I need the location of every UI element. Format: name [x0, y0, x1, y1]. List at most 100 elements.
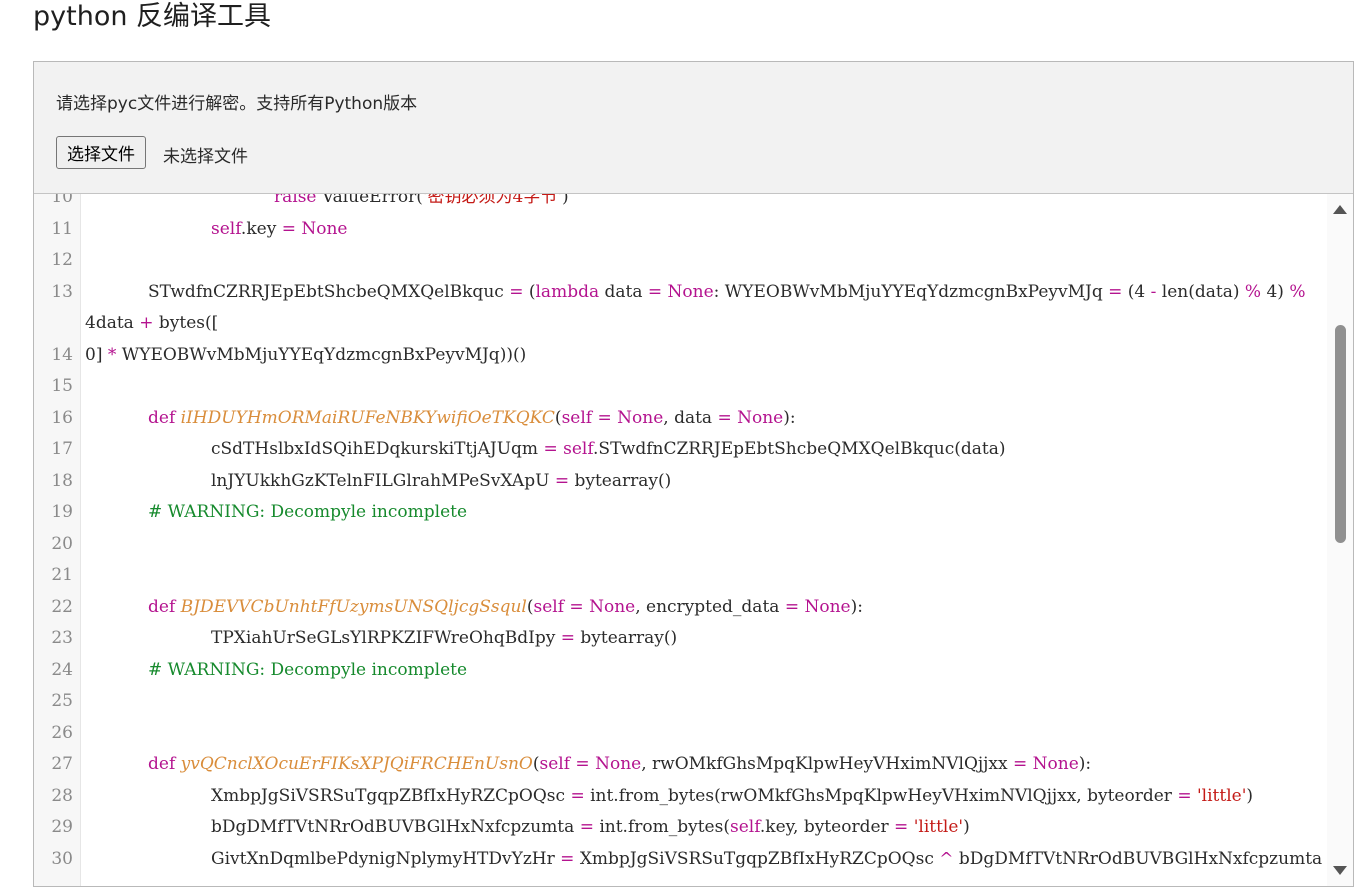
code-token: bDgDMfTVtNRrOdBUVBGlHxNxfcpzumta	[953, 848, 1323, 869]
code-token: None	[804, 596, 851, 617]
code-token: raise	[274, 194, 317, 207]
line-code: bDgDMfTVtNRrOdBUVBGlHxNxfcpzumta = int.f…	[211, 812, 970, 844]
code-token: None	[595, 754, 642, 774]
code-line: 4data + bytes([	[34, 308, 1326, 340]
decompiler-panel: 请选择pyc文件进行解密。支持所有Python版本 选择文件 未选择文件 10 r…	[33, 61, 1354, 887]
line-code: lnJYUkkhGzKTelnFILGlrahMPeSvXApU = bytea…	[211, 466, 671, 498]
line-code: GivtXnDqmlbePdynigNplymyHTDvYzHr = XmbpJ…	[211, 844, 1322, 876]
code-token: data	[599, 281, 648, 302]
code-token: None	[737, 407, 784, 428]
code-lines: 10 raise ValueError('密钥必须为4字节') 11 self.key…	[34, 194, 1326, 875]
line-number: 17	[51, 439, 73, 459]
code-token: self	[729, 817, 760, 837]
line-code: cSdTHslbxIdSQihEDqkurskiTtjAJUqm = self.…	[211, 434, 1005, 466]
code-token: bytearray()	[574, 628, 678, 648]
code-line: 26	[34, 718, 1326, 750]
code-token: self	[561, 407, 593, 428]
line-number: 26	[51, 722, 73, 743]
code-token: %	[1289, 281, 1306, 302]
code-token: 'little'	[1197, 785, 1247, 806]
code-token: =	[560, 628, 575, 648]
code-viewer[interactable]: 10 raise ValueError('密钥必须为4字节') 11 self.key…	[34, 194, 1353, 886]
code-token: )	[1246, 785, 1254, 806]
code-line: 17 cSdTHslbxIdSQihEDqkurskiTtjAJUqm = sel…	[34, 434, 1326, 466]
line-code: XmbpJgSiVSRSuTgqpZBfIxHyRZCpOQsc = int.f…	[211, 781, 1253, 813]
code-token: =	[579, 817, 594, 837]
line-number: 13	[51, 281, 73, 302]
code-token: self	[539, 754, 571, 774]
code-line: 16 def iIHDUYHmORMaiRUFeNBKYwifiOeTKQKC(s…	[34, 403, 1326, 435]
line-code: # WARNING: Decompyle incomplete	[148, 655, 467, 687]
line-number: 16	[51, 407, 73, 428]
code-line: 11 self.key = None	[34, 214, 1326, 246]
code-line: 14 0] * WYEOBWvMbMjuYYEqYdzmcgnBxPeyvMJq)…	[34, 340, 1326, 372]
line-code: TPXiahUrSeGLsYlRPKZIFWreOhqBdIpy = bytea…	[211, 623, 677, 655]
line-code: def iIHDUYHmORMaiRUFeNBKYwifiOeTKQKC(sel…	[148, 403, 796, 435]
code-token: yvQCnclXOcuErFIKsXPJQiFRCHEnUsnO	[180, 754, 533, 774]
code-line: 19 # WARNING: Decompyle incomplete	[34, 497, 1326, 529]
code-token: cSdTHslbxIdSQihEDqkurskiTtjAJUqm	[211, 439, 544, 459]
code-token: =	[560, 848, 575, 869]
code-token: (	[532, 754, 540, 774]
code-token: , rwOMkfGhsMpqKlpwHeyVHximNVlQjjxx	[641, 754, 1014, 774]
line-number: 29	[51, 817, 73, 837]
code-token: int.from_bytes(rwOMkfGhsMpqKlpwHeyVHximN…	[584, 785, 1178, 806]
code-token: bytearray()	[569, 470, 672, 491]
line-number: 10	[51, 194, 73, 207]
code-token: None	[301, 218, 348, 239]
line-number: 19	[51, 502, 73, 522]
code-token: =	[717, 407, 732, 428]
code-token: (	[523, 281, 536, 302]
code-token: 0]	[85, 344, 108, 365]
code-token: self	[211, 218, 241, 239]
code-token: XmbpJgSiVSRSuTgqpZBfIxHyRZCpOQsc	[574, 848, 940, 869]
line-code: 4data + bytes([	[85, 308, 218, 340]
code-token: int.from_bytes(	[593, 817, 730, 837]
code-token: self	[563, 439, 594, 459]
code-token: )	[562, 194, 569, 207]
line-number: 24	[51, 659, 73, 680]
line-number: 28	[51, 785, 73, 806]
code-token: None	[589, 596, 636, 617]
code-token: lnJYUkkhGzKTelnFILGlrahMPeSvXApU	[211, 470, 555, 491]
code-token: =	[597, 407, 612, 428]
code-token: WYEOBWvMbMjuYYEqYdzmcgnBxPeyvMJq))()	[116, 344, 527, 365]
code-token: def	[148, 596, 176, 617]
code-line: 13 STwdfnCZRRJEpEbtShcbeQMXQelBkquc = (la…	[34, 277, 1326, 309]
vertical-scrollbar[interactable]	[1327, 194, 1353, 886]
code-token: +	[139, 313, 154, 333]
code-token: '密钥必须为4字节'	[422, 194, 563, 207]
code-line: 23 TPXiahUrSeGLsYlRPKZIFWreOhqBdIpy = byt…	[34, 623, 1326, 655]
code-token: =	[509, 281, 524, 302]
choose-file-button[interactable]: 选择文件	[56, 136, 146, 169]
code-token: ^	[939, 848, 954, 869]
code-token: None	[617, 407, 664, 428]
line-number: 25	[51, 691, 73, 711]
code-token: , encrypted_data	[635, 596, 785, 617]
page-title: python 反编译工具	[33, 1, 272, 32]
code-line: 27 def yvQCnclXOcuErFIKsXPJQiFRCHEnUsnO(s…	[34, 749, 1326, 781]
code-token: # WARNING: Decompyle incomplete	[148, 502, 468, 522]
code-token: =	[554, 470, 570, 491]
code-line: 22 def BJDEVVCbUnhtFfUzymsUNSQljcgSsqul(s…	[34, 592, 1326, 624]
scroll-down-arrow-icon[interactable]	[1333, 866, 1347, 875]
code-line: 30 GivtXnDqmlbePdynigNplymyHTDvYzHr = Xmb…	[34, 844, 1326, 876]
scroll-up-arrow-icon[interactable]	[1333, 205, 1347, 214]
code-token: .STwdfnCZRRJEpEbtShcbeQMXQelBkquc(data)	[593, 439, 1006, 459]
code-token: len(data)	[1156, 281, 1245, 302]
code-token: 'little'	[913, 817, 964, 837]
file-status: 未选择文件	[163, 147, 248, 167]
code-token: 4)	[1261, 281, 1290, 302]
code-line: 20	[34, 529, 1326, 561]
code-token: STwdfnCZRRJEpEbtShcbeQMXQelBkquc	[148, 281, 510, 302]
code-token: self	[533, 596, 565, 617]
line-number: 18	[51, 470, 73, 491]
code-token: # WARNING: Decompyle incomplete	[148, 659, 468, 680]
code-token: lambda	[535, 281, 600, 302]
scroll-thumb[interactable]	[1335, 325, 1346, 543]
code-token: ):	[1078, 754, 1092, 774]
line-code: def yvQCnclXOcuErFIKsXPJQiFRCHEnUsnO(sel…	[148, 749, 1091, 781]
code-line: 10 raise ValueError('密钥必须为4字节')	[34, 194, 1326, 214]
line-number: 21	[51, 565, 73, 585]
code-token: XmbpJgSiVSRSuTgqpZBfIxHyRZCpOQsc	[211, 785, 571, 806]
